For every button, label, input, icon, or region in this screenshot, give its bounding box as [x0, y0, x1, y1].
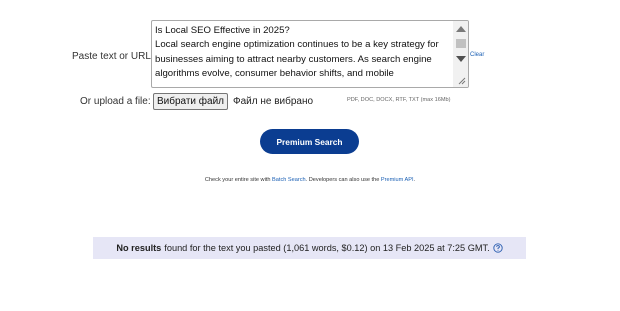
scroll-thumb[interactable] [456, 39, 466, 48]
batch-prefix-text: Check your entire site with [204, 177, 273, 183]
text-input-area[interactable]: Is Local SEO Effective in 2025? Local se… [151, 20, 469, 88]
batch-suffix-text: . [413, 177, 416, 183]
upload-file-label: Or upload a file: [80, 96, 151, 107]
batch-search-link[interactable]: Batch Search [272, 177, 306, 183]
file-types-hint: PDF, DOC, DOCX, RTF, TXT (max 16Mb) [347, 97, 451, 103]
results-status: No results [116, 243, 162, 253]
scroll-up-arrow-icon[interactable] [456, 26, 466, 32]
paste-text-label: Paste text or URL: [72, 51, 154, 62]
clear-link[interactable]: Clear [470, 52, 484, 58]
help-circle-icon[interactable] [492, 243, 503, 253]
batch-middle-text: . Developers can also use the [305, 177, 381, 183]
premium-api-link[interactable]: Premium API [381, 177, 414, 183]
resize-grip-icon[interactable] [456, 75, 466, 85]
premium-search-button[interactable]: Premium Search [260, 129, 359, 154]
results-banner: No results found for the text you pasted… [93, 237, 526, 259]
results-text: found for the text you pasted (1,061 wor… [164, 243, 490, 253]
choose-file-button[interactable]: Вибрати файл [153, 93, 228, 110]
text-input-value[interactable]: Is Local SEO Effective in 2025? Local se… [155, 24, 445, 82]
scroll-down-arrow-icon[interactable] [456, 56, 466, 62]
batch-search-info: Check your entire site with Batch Search… [0, 177, 620, 183]
file-status-text: Файл не вибрано [233, 96, 314, 107]
